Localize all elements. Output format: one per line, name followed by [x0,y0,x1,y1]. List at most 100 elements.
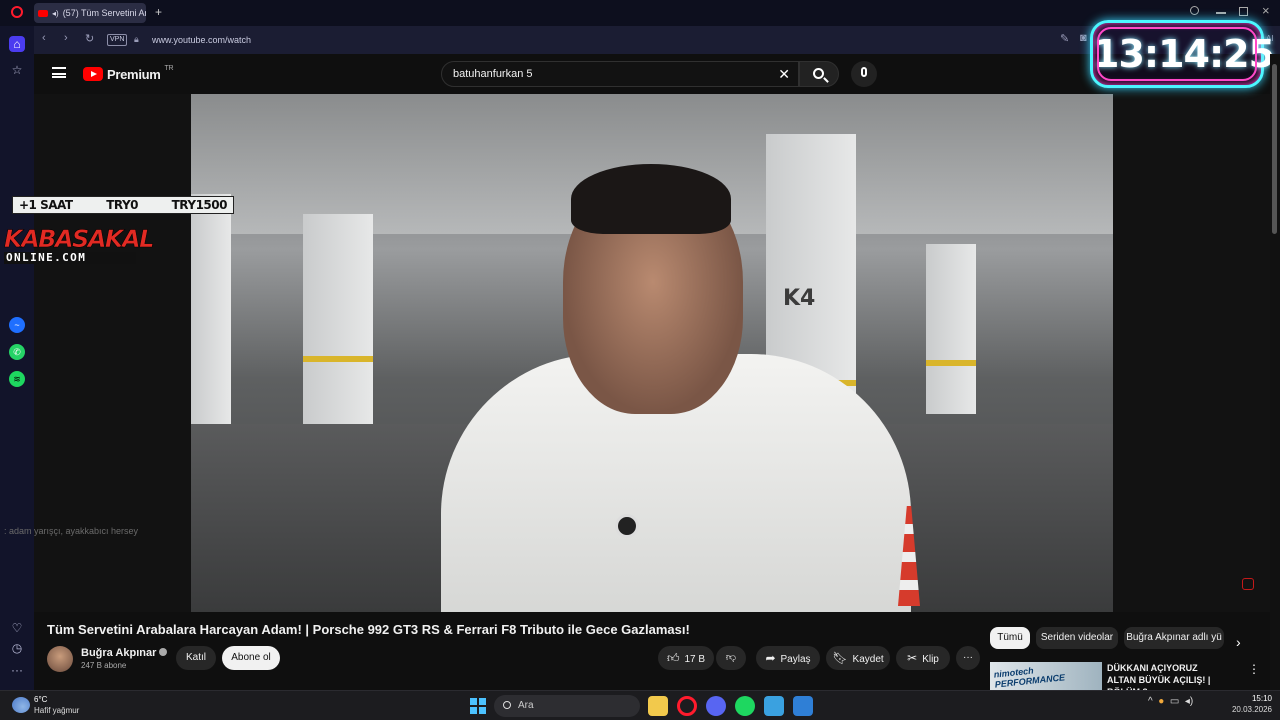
home-icon[interactable]: ⌂ [9,36,25,52]
join-button[interactable]: Katıl [176,646,216,670]
video-pillar [926,244,976,414]
share-button[interactable]: ➦ Paylaş [756,646,820,670]
edit-icon[interactable]: ✎ [1060,32,1069,45]
more-icon[interactable]: ··· [9,662,25,678]
video-stripe [926,360,976,366]
heart-icon[interactable]: ♡ [9,620,25,636]
back-icon[interactable]: ‹ [42,32,46,44]
voice-search-button[interactable] [851,61,877,87]
microphone-icon[interactable]: ● [1158,696,1164,707]
search-button[interactable] [799,61,839,87]
rate-item: TRY1500 [171,198,228,212]
search-tabs-icon[interactable] [1190,6,1199,15]
close-window-button[interactable]: × [1262,3,1270,18]
chevron-right-icon[interactable]: › [1236,634,1241,650]
reload-icon[interactable]: ↻ [85,32,94,45]
video-player[interactable]: K4 [34,94,1270,612]
network-icon[interactable]: ▭ [1170,696,1179,707]
camera-icon[interactable]: ◙ [1080,32,1087,44]
weather-temp: 6°C [34,695,48,704]
vpn-badge[interactable]: VPN [107,34,128,46]
browser-sidebar: ⌂ ☆ ~ ✆ ≋ ♡ ◷ ··· [0,26,34,690]
video-pillar [191,194,231,444]
bookmark-icon: 🔖︎ [832,651,848,665]
dislike-button[interactable]: 👎︎ [716,646,746,670]
microphone-icon [861,67,867,77]
stream-rate-bar: +1 SAAT TRY0 TRY1500 [12,196,234,214]
youtube-favicon-icon [38,9,48,17]
messenger-icon[interactable]: ~ [9,317,25,333]
system-tray[interactable]: ^ ● ▭ ◂) [1148,696,1193,707]
minimize-button[interactable] [1216,12,1226,14]
url-field[interactable]: www.youtube.com/watch [152,30,1052,50]
more-vertical-icon[interactable]: ⋮ [1248,662,1260,676]
youtube-header: Premium TR batuhanfurkan 5 ✕ [34,54,1270,94]
history-icon[interactable]: ◷ [9,640,25,656]
chip-series[interactable]: Seriden videolar [1036,627,1118,649]
search-query: batuhanfurkan 5 [453,68,533,80]
spotify-icon[interactable] [735,696,755,716]
scrollbar-thumb[interactable] [1272,64,1277,234]
star-icon[interactable]: ☆ [9,62,25,78]
photos-icon[interactable] [793,696,813,716]
k4-sign: K4 [783,286,816,311]
youtube-logo-icon [83,67,103,81]
neon-clock: 13:14:25 [1090,20,1275,88]
page-scrollbar[interactable] [1270,54,1280,690]
forward-icon[interactable]: › [64,32,68,44]
recommendation-thumbnail[interactable]: nimotech PERFORMANCE [990,662,1102,690]
video-stripe [303,356,373,362]
file-explorer-icon[interactable] [648,696,668,716]
whatsapp-icon[interactable]: ✆ [9,344,25,360]
more-actions-button[interactable]: ··· [956,646,980,670]
windows-start-icon[interactable] [470,698,486,714]
logo-region: TR [164,64,174,72]
chip-all[interactable]: Tümü [990,627,1030,649]
spotify-icon[interactable]: ≋ [9,371,25,387]
clear-search-icon[interactable]: ✕ [778,62,790,86]
chip-channel[interactable]: Buğra Akpınar adlı yü [1124,627,1224,649]
share-icon: ➦ [765,651,776,665]
save-button[interactable]: 🔖︎ Kaydet [826,646,890,670]
clip-label: Klip [922,654,939,665]
speaker-icon[interactable]: ◂) [52,9,59,18]
weather-cloud-icon[interactable] [12,697,30,713]
browser-tab[interactable]: ◂) (57) Tüm Servetini Ara [34,3,146,23]
app-icon[interactable] [764,696,784,716]
chevron-up-icon[interactable]: ^ [1148,696,1153,707]
youtube-premium-logo[interactable]: Premium TR [83,64,174,82]
hamburger-menu-icon[interactable] [52,67,66,78]
microphone-clip-icon [615,514,639,538]
channel-name[interactable]: Buğra Akpınar [81,647,168,659]
maximize-button[interactable] [1239,7,1248,16]
brand-bottom: ONLINE.COM [4,252,136,264]
taskbar-search-input[interactable]: Ara [494,695,640,717]
logo-text: Premium [107,66,161,82]
chat-line: : adam yarışçı, ayakkabıcı hersey [4,526,139,536]
volume-icon[interactable]: ◂) [1185,696,1193,707]
person-hair [571,164,731,234]
search-icon [503,701,511,709]
video-title: Tüm Servetini Arabalara Harcayan Adam! |… [47,622,690,637]
like-count: 17 B [684,654,706,665]
opera-icon[interactable] [677,696,697,716]
video-frame: K4 [191,94,1113,612]
url-text: www.youtube.com/watch [152,35,252,45]
subscribe-button[interactable]: Abone ol [222,646,280,670]
kabasakal-logo: KABASAKAL ONLINE.COM [4,226,155,268]
clip-button[interactable]: ✂ Klip [896,646,950,670]
opera-logo-icon[interactable] [11,6,23,18]
weather-condition: Hafif yağmur [34,706,80,715]
channel-avatar[interactable] [47,646,73,672]
clock-date[interactable]: 20.03.2026 [1224,705,1272,714]
rate-item: TRY0 [106,198,138,212]
clock-time[interactable]: 15:10 [1236,694,1272,703]
scissors-icon: ✂ [907,651,918,665]
verified-icon [159,648,168,656]
like-button[interactable]: 👍︎ 17 B [658,646,714,670]
record-icon [1242,578,1254,590]
new-tab-button[interactable]: + [152,6,165,19]
search-input[interactable]: batuhanfurkan 5 ✕ [441,61,799,87]
thumbs-down-icon: 👎︎ [725,652,737,663]
discord-icon[interactable] [706,696,726,716]
